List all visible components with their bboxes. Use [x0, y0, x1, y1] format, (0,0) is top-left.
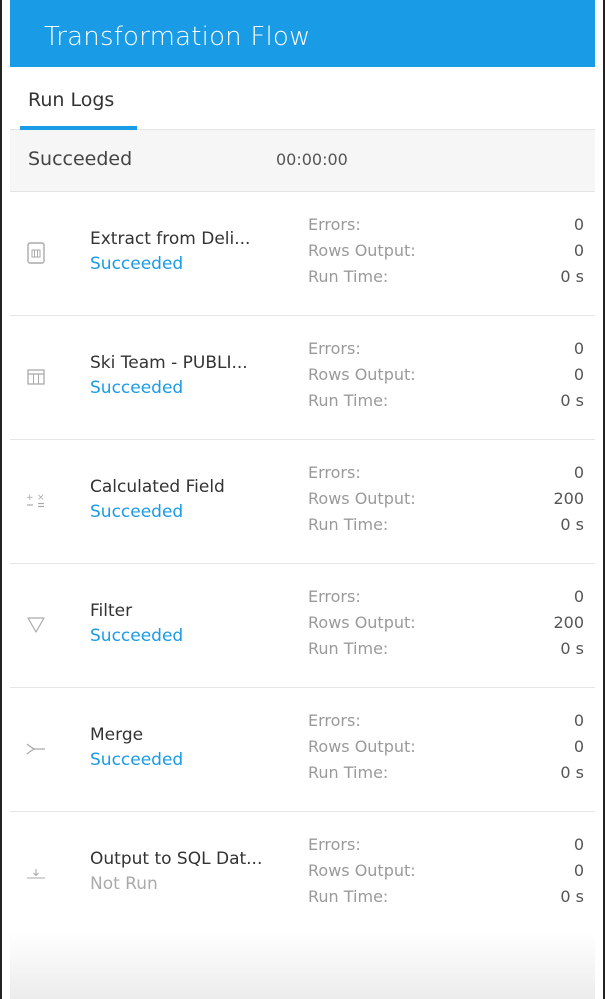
- step-status: Succeeded: [90, 750, 184, 770]
- rows-output-value: 200: [553, 613, 584, 632]
- step-status: Succeeded: [90, 502, 184, 522]
- step-row[interactable]: + × Calculated Field Succeeded Errors: 0 R…: [10, 440, 595, 564]
- calculator-icon: + ×: [22, 487, 50, 515]
- run-time-label: Run Time:: [308, 639, 389, 658]
- rows-output-label: Rows Output:: [308, 489, 416, 508]
- step-log-list: Extract from Deli... Succeeded Errors: 0 …: [10, 192, 595, 936]
- rows-output-label: Rows Output:: [308, 613, 416, 632]
- run-time-label: Run Time:: [308, 763, 389, 782]
- step-stats: Errors: 0 Rows Output: 200 Run Time: 0 s: [308, 587, 592, 665]
- table-icon: [22, 363, 50, 391]
- step-name: Calculated Field: [90, 477, 225, 497]
- errors-value: 0: [573, 339, 584, 358]
- delimited-file-icon: [22, 239, 50, 267]
- run-time-label: Run Time:: [308, 391, 389, 410]
- tab-run-logs[interactable]: Run Logs: [20, 67, 137, 130]
- errors-label: Errors:: [308, 711, 361, 730]
- step-stats: Errors: 0 Rows Output: 0 Run Time: 0 s: [308, 711, 592, 789]
- step-row[interactable]: Merge Succeeded Errors: 0 Rows Output: 0 R…: [10, 688, 595, 812]
- step-stats: Errors: 0 Rows Output: 0 Run Time: 0 s: [308, 835, 592, 913]
- step-row[interactable]: Output to SQL Dat... Not Run Errors: 0 Ro…: [10, 812, 595, 936]
- rows-output-value: 0: [573, 241, 584, 260]
- rows-output-value: 200: [553, 489, 584, 508]
- tab-run-logs-label: Run Logs: [28, 89, 115, 111]
- rows-output-label: Rows Output:: [308, 365, 416, 384]
- merge-icon: [22, 735, 50, 763]
- step-status: Succeeded: [90, 378, 184, 398]
- run-time-label: Run Time:: [308, 515, 389, 534]
- step-status: Succeeded: [90, 254, 184, 274]
- errors-value: 0: [573, 463, 584, 482]
- run-time-label: Run Time:: [308, 267, 389, 286]
- tab-bar: Run Logs: [10, 67, 595, 130]
- run-time-value: 0 s: [560, 267, 584, 286]
- step-stats: Errors: 0 Rows Output: 200 Run Time: 0 s: [308, 463, 592, 541]
- errors-label: Errors:: [308, 835, 361, 854]
- svg-text:×: ×: [37, 493, 45, 503]
- svg-text:+: +: [26, 493, 34, 503]
- run-time-value: 0 s: [560, 763, 584, 782]
- step-name: Output to SQL Dat...: [90, 849, 263, 869]
- step-row[interactable]: Ski Team - PUBLI... Succeeded Errors: 0 R…: [10, 316, 595, 440]
- step-name: Merge: [90, 725, 144, 745]
- run-summary: Succeeded 00:00:00: [10, 130, 595, 192]
- run-time-label: Run Time:: [308, 887, 389, 906]
- step-stats: Errors: 0 Rows Output: 0 Run Time: 0 s: [308, 215, 592, 293]
- rows-output-value: 0: [573, 737, 584, 756]
- output-icon: [22, 859, 50, 887]
- panel-footer: [10, 932, 595, 999]
- rows-output-value: 0: [573, 861, 584, 880]
- rows-output-value: 0: [573, 365, 584, 384]
- step-name: Extract from Deli...: [90, 229, 251, 249]
- step-status: Not Run: [90, 874, 158, 894]
- step-stats: Errors: 0 Rows Output: 0 Run Time: 0 s: [308, 339, 592, 417]
- errors-value: 0: [573, 835, 584, 854]
- step-status: Succeeded: [90, 626, 184, 646]
- errors-label: Errors:: [308, 587, 361, 606]
- errors-label: Errors:: [308, 215, 361, 234]
- filter-icon: [22, 611, 50, 639]
- rows-output-label: Rows Output:: [308, 737, 416, 756]
- errors-value: 0: [573, 587, 584, 606]
- run-time-value: 0 s: [560, 887, 584, 906]
- step-row[interactable]: Filter Succeeded Errors: 0 Rows Output: 20…: [10, 564, 595, 688]
- window-title: Transformation Flow: [10, 0, 595, 67]
- step-name: Filter: [90, 601, 133, 621]
- errors-label: Errors:: [308, 339, 361, 358]
- step-row[interactable]: Extract from Deli... Succeeded Errors: 0 …: [10, 192, 595, 316]
- errors-label: Errors:: [308, 463, 361, 482]
- errors-value: 0: [573, 215, 584, 234]
- run-time-value: 0 s: [560, 515, 584, 534]
- errors-value: 0: [573, 711, 584, 730]
- rows-output-label: Rows Output:: [308, 861, 416, 880]
- overall-duration: 00:00:00: [276, 150, 348, 169]
- overall-status: Succeeded: [28, 148, 133, 170]
- run-time-value: 0 s: [560, 639, 584, 658]
- transformation-flow-window: Transformation Flow Run Logs Succeeded 0…: [0, 0, 605, 999]
- rows-output-label: Rows Output:: [308, 241, 416, 260]
- run-time-value: 0 s: [560, 391, 584, 410]
- step-name: Ski Team - PUBLI...: [90, 353, 248, 373]
